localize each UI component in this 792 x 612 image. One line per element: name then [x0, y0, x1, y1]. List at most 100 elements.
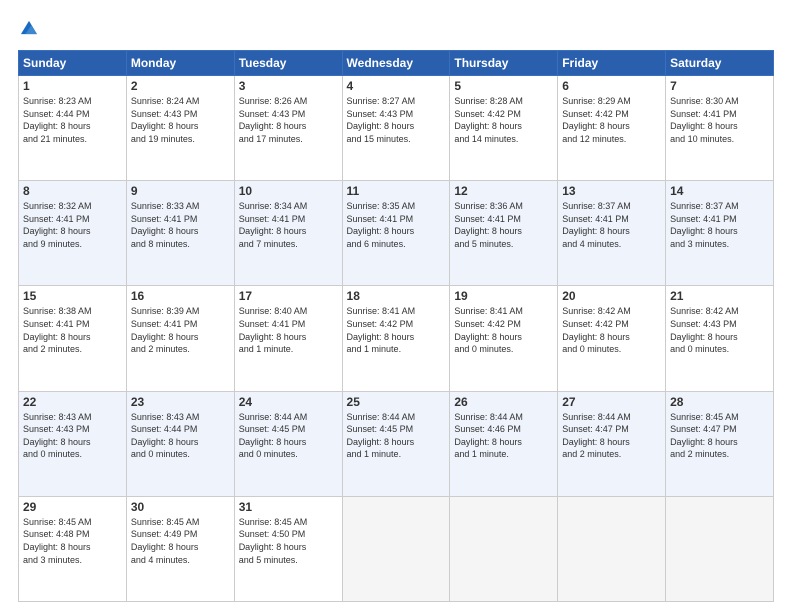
- calendar-day-cell: [450, 496, 558, 601]
- calendar-header-row: SundayMondayTuesdayWednesdayThursdayFrid…: [19, 51, 774, 76]
- calendar: SundayMondayTuesdayWednesdayThursdayFrid…: [18, 50, 774, 602]
- day-number: 18: [347, 289, 446, 303]
- day-number: 24: [239, 395, 338, 409]
- day-info: Sunrise: 8:26 AM Sunset: 4:43 PM Dayligh…: [239, 95, 338, 145]
- day-number: 23: [131, 395, 230, 409]
- calendar-day-cell: [558, 496, 666, 601]
- day-number: 15: [23, 289, 122, 303]
- day-number: 11: [347, 184, 446, 198]
- weekday-header: Sunday: [19, 51, 127, 76]
- calendar-day-cell: 8Sunrise: 8:32 AM Sunset: 4:41 PM Daylig…: [19, 181, 127, 286]
- day-info: Sunrise: 8:44 AM Sunset: 4:45 PM Dayligh…: [239, 411, 338, 461]
- day-number: 14: [670, 184, 769, 198]
- calendar-day-cell: 2 Sunrise: 8:24 AM Sunset: 4:43 PM Daylig…: [126, 76, 234, 181]
- day-number: 7: [670, 79, 769, 93]
- calendar-week-row: 22 Sunrise: 8:43 AM Sunset: 4:43 PM Dayli…: [19, 391, 774, 496]
- day-info: Sunrise: 8:44 AM Sunset: 4:47 PM Dayligh…: [562, 411, 661, 461]
- calendar-day-cell: [666, 496, 774, 601]
- day-number: 16: [131, 289, 230, 303]
- day-info: Sunrise: 8:41 AM Sunset: 4:42 PM Dayligh…: [347, 305, 446, 355]
- weekday-header: Thursday: [450, 51, 558, 76]
- weekday-header: Wednesday: [342, 51, 450, 76]
- day-info: Sunrise: 8:44 AM Sunset: 4:46 PM Dayligh…: [454, 411, 553, 461]
- day-info: Sunrise: 8:45 AM Sunset: 4:47 PM Dayligh…: [670, 411, 769, 461]
- weekday-header: Friday: [558, 51, 666, 76]
- day-info: Sunrise: 8:28 AM Sunset: 4:42 PM Dayligh…: [454, 95, 553, 145]
- calendar-day-cell: 15 Sunrise: 8:38 AM Sunset: 4:41 PM Dayli…: [19, 286, 127, 391]
- day-number: 26: [454, 395, 553, 409]
- day-number: 10: [239, 184, 338, 198]
- calendar-day-cell: 14 Sunrise: 8:37 AM Sunset: 4:41 PM Dayli…: [666, 181, 774, 286]
- calendar-day-cell: 12Sunrise: 8:36 AM Sunset: 4:41 PM Dayli…: [450, 181, 558, 286]
- calendar-day-cell: 11 Sunrise: 8:35 AM Sunset: 4:41 PM Dayli…: [342, 181, 450, 286]
- logo: [18, 18, 42, 40]
- day-number: 5: [454, 79, 553, 93]
- calendar-day-cell: 9Sunrise: 8:33 AM Sunset: 4:41 PM Daylig…: [126, 181, 234, 286]
- day-info: Sunrise: 8:44 AM Sunset: 4:45 PM Dayligh…: [347, 411, 446, 461]
- calendar-day-cell: 4Sunrise: 8:27 AM Sunset: 4:43 PM Daylig…: [342, 76, 450, 181]
- day-number: 3: [239, 79, 338, 93]
- day-info: Sunrise: 8:24 AM Sunset: 4:43 PM Dayligh…: [131, 95, 230, 145]
- day-number: 21: [670, 289, 769, 303]
- day-info: Sunrise: 8:30 AM Sunset: 4:41 PM Dayligh…: [670, 95, 769, 145]
- calendar-day-cell: 27 Sunrise: 8:44 AM Sunset: 4:47 PM Dayli…: [558, 391, 666, 496]
- day-number: 25: [347, 395, 446, 409]
- day-number: 20: [562, 289, 661, 303]
- day-info: Sunrise: 8:43 AM Sunset: 4:43 PM Dayligh…: [23, 411, 122, 461]
- day-info: Sunrise: 8:42 AM Sunset: 4:43 PM Dayligh…: [670, 305, 769, 355]
- day-info: Sunrise: 8:41 AM Sunset: 4:42 PM Dayligh…: [454, 305, 553, 355]
- calendar-week-row: 1 Sunrise: 8:23 AM Sunset: 4:44 PM Daylig…: [19, 76, 774, 181]
- calendar-day-cell: 3 Sunrise: 8:26 AM Sunset: 4:43 PM Daylig…: [234, 76, 342, 181]
- calendar-day-cell: 23 Sunrise: 8:43 AM Sunset: 4:44 PM Dayli…: [126, 391, 234, 496]
- day-number: 28: [670, 395, 769, 409]
- page: SundayMondayTuesdayWednesdayThursdayFrid…: [0, 0, 792, 612]
- calendar-day-cell: 7 Sunrise: 8:30 AM Sunset: 4:41 PM Daylig…: [666, 76, 774, 181]
- day-info: Sunrise: 8:29 AM Sunset: 4:42 PM Dayligh…: [562, 95, 661, 145]
- calendar-day-cell: 30 Sunrise: 8:45 AM Sunset: 4:49 PM Dayli…: [126, 496, 234, 601]
- calendar-day-cell: [342, 496, 450, 601]
- day-info: Sunrise: 8:38 AM Sunset: 4:41 PM Dayligh…: [23, 305, 122, 355]
- calendar-week-row: 15 Sunrise: 8:38 AM Sunset: 4:41 PM Dayli…: [19, 286, 774, 391]
- day-number: 4: [347, 79, 446, 93]
- day-number: 27: [562, 395, 661, 409]
- calendar-week-row: 8Sunrise: 8:32 AM Sunset: 4:41 PM Daylig…: [19, 181, 774, 286]
- day-number: 1: [23, 79, 122, 93]
- day-info: Sunrise: 8:45 AM Sunset: 4:49 PM Dayligh…: [131, 516, 230, 566]
- calendar-day-cell: 29 Sunrise: 8:45 AM Sunset: 4:48 PM Dayli…: [19, 496, 127, 601]
- weekday-header: Tuesday: [234, 51, 342, 76]
- day-number: 29: [23, 500, 122, 514]
- day-info: Sunrise: 8:37 AM Sunset: 4:41 PM Dayligh…: [670, 200, 769, 250]
- day-number: 13: [562, 184, 661, 198]
- calendar-day-cell: 19 Sunrise: 8:41 AM Sunset: 4:42 PM Dayli…: [450, 286, 558, 391]
- day-number: 31: [239, 500, 338, 514]
- day-number: 30: [131, 500, 230, 514]
- day-info: Sunrise: 8:43 AM Sunset: 4:44 PM Dayligh…: [131, 411, 230, 461]
- day-number: 9: [131, 184, 230, 198]
- calendar-day-cell: 25 Sunrise: 8:44 AM Sunset: 4:45 PM Dayli…: [342, 391, 450, 496]
- day-info: Sunrise: 8:40 AM Sunset: 4:41 PM Dayligh…: [239, 305, 338, 355]
- calendar-day-cell: 31 Sunrise: 8:45 AM Sunset: 4:50 PM Dayli…: [234, 496, 342, 601]
- day-info: Sunrise: 8:34 AM Sunset: 4:41 PM Dayligh…: [239, 200, 338, 250]
- day-number: 2: [131, 79, 230, 93]
- calendar-day-cell: 17Sunrise: 8:40 AM Sunset: 4:41 PM Dayli…: [234, 286, 342, 391]
- day-info: Sunrise: 8:23 AM Sunset: 4:44 PM Dayligh…: [23, 95, 122, 145]
- calendar-day-cell: 6Sunrise: 8:29 AM Sunset: 4:42 PM Daylig…: [558, 76, 666, 181]
- day-number: 19: [454, 289, 553, 303]
- calendar-day-cell: 22 Sunrise: 8:43 AM Sunset: 4:43 PM Dayli…: [19, 391, 127, 496]
- day-number: 22: [23, 395, 122, 409]
- day-info: Sunrise: 8:37 AM Sunset: 4:41 PM Dayligh…: [562, 200, 661, 250]
- calendar-day-cell: 5 Sunrise: 8:28 AM Sunset: 4:42 PM Daylig…: [450, 76, 558, 181]
- calendar-day-cell: 10 Sunrise: 8:34 AM Sunset: 4:41 PM Dayli…: [234, 181, 342, 286]
- calendar-day-cell: 26 Sunrise: 8:44 AM Sunset: 4:46 PM Dayli…: [450, 391, 558, 496]
- calendar-day-cell: 18 Sunrise: 8:41 AM Sunset: 4:42 PM Dayli…: [342, 286, 450, 391]
- calendar-day-cell: 16Sunrise: 8:39 AM Sunset: 4:41 PM Dayli…: [126, 286, 234, 391]
- day-info: Sunrise: 8:42 AM Sunset: 4:42 PM Dayligh…: [562, 305, 661, 355]
- day-number: 8: [23, 184, 122, 198]
- day-info: Sunrise: 8:45 AM Sunset: 4:48 PM Dayligh…: [23, 516, 122, 566]
- calendar-day-cell: 21 Sunrise: 8:42 AM Sunset: 4:43 PM Dayli…: [666, 286, 774, 391]
- day-info: Sunrise: 8:35 AM Sunset: 4:41 PM Dayligh…: [347, 200, 446, 250]
- day-info: Sunrise: 8:45 AM Sunset: 4:50 PM Dayligh…: [239, 516, 338, 566]
- day-number: 12: [454, 184, 553, 198]
- header: [18, 18, 774, 40]
- calendar-day-cell: 24 Sunrise: 8:44 AM Sunset: 4:45 PM Dayli…: [234, 391, 342, 496]
